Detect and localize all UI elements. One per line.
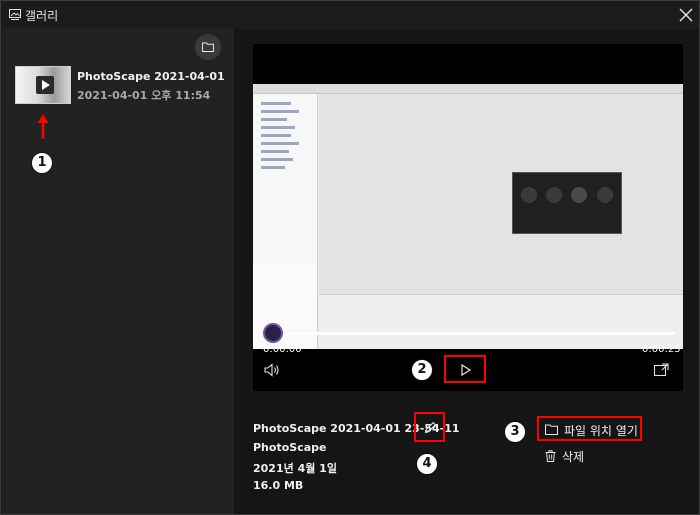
file-size: 16.0 MB: [253, 479, 304, 492]
pencil-icon: [424, 421, 437, 434]
folder-icon: [202, 42, 214, 52]
scrub-handle[interactable]: [263, 323, 283, 343]
expand-icon[interactable]: [654, 363, 669, 376]
video-thumbnail: [15, 66, 71, 104]
volume-icon[interactable]: [264, 363, 280, 377]
folder-icon: [545, 424, 558, 435]
play-button[interactable]: [444, 355, 486, 383]
scrub-track[interactable]: [273, 332, 675, 335]
annotation-marker-1: 1: [31, 152, 53, 174]
time-total: 0:00:25: [642, 344, 681, 355]
open-file-location-label: 파일 위치 열기: [564, 424, 638, 438]
gallery-icon: [9, 9, 21, 20]
open-folder-button[interactable]: [195, 34, 221, 60]
trash-icon: [545, 450, 556, 462]
video-frame-bottom: [319, 294, 683, 349]
file-app: PhotoScape: [253, 441, 327, 454]
video-player: 0:00:00 0:00:25: [253, 44, 683, 391]
gallery-item-name: PhotoScape 2021-04-01 23-...: [77, 70, 227, 83]
annotation-marker-2: 2: [411, 359, 433, 381]
annotation-arrow: [37, 114, 49, 139]
video-frame: [253, 84, 683, 349]
video-frame-dialog: [512, 172, 622, 234]
open-file-location-button[interactable]: 파일 위치 열기: [537, 416, 642, 441]
gallery-item[interactable]: PhotoScape 2021-04-01 23-... 2021-04-01 …: [15, 66, 230, 104]
play-icon: [461, 364, 471, 376]
annotation-marker-4: 4: [416, 453, 438, 475]
play-icon: [36, 76, 54, 94]
gallery-item-date: 2021-04-01 오후 11:54: [77, 89, 211, 102]
annotation-marker-3: 3: [504, 421, 526, 443]
time-current: 0:00:00: [263, 344, 302, 355]
delete-button[interactable]: 삭제: [544, 447, 604, 465]
video-frame-tree: [253, 94, 318, 264]
video-frame-canvas: [319, 94, 683, 294]
rename-button[interactable]: [414, 412, 445, 442]
delete-label: 삭제: [562, 450, 585, 464]
gallery-window: 갤러리 PhotoScape 2021-04-01 23-... 2021-04…: [0, 0, 700, 515]
sidebar: PhotoScape 2021-04-01 23-... 2021-04-01 …: [2, 29, 234, 514]
file-date: 2021년 4월 1일: [253, 462, 337, 475]
titlebar: 갤러리: [1, 1, 699, 29]
window-title: 갤러리: [25, 9, 59, 23]
close-button[interactable]: [677, 6, 695, 24]
video-frame-toolbar: [253, 84, 683, 94]
